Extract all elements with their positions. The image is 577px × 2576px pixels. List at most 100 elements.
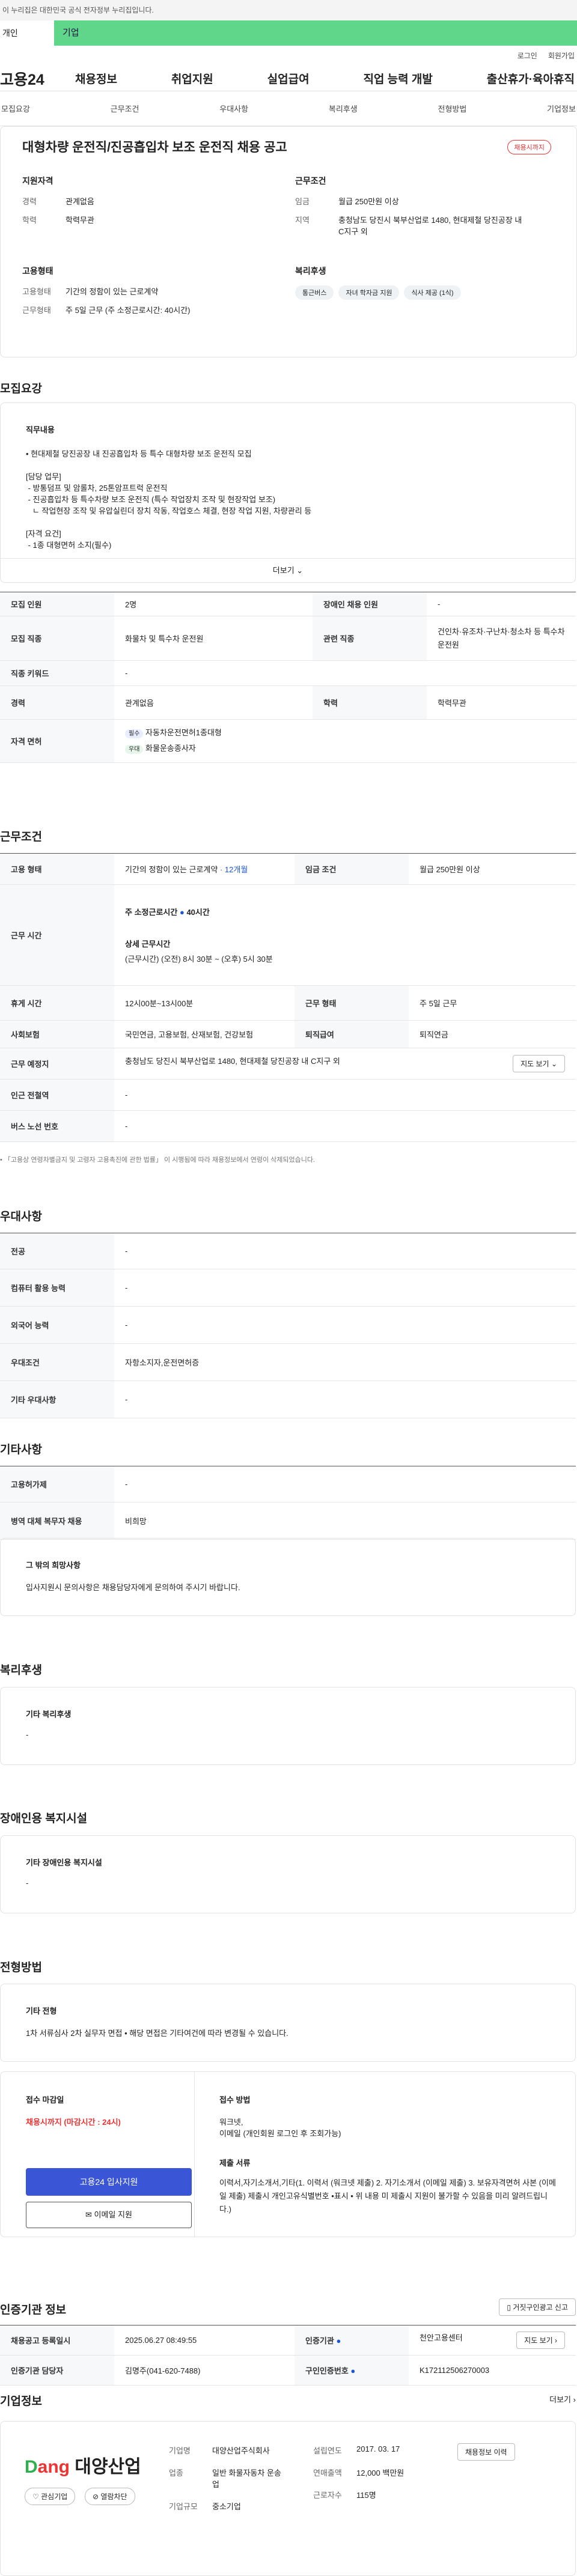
- condition-block: 근무조건 임금 월급 250만원 이상 지역 충청남도 당진시 북부산업로 1480…: [295, 175, 524, 244]
- welfare-section-title: 복리후생: [0, 1664, 42, 1677]
- cell-value: 2명: [114, 592, 313, 616]
- box-text: -: [26, 1730, 29, 1739]
- disabled-box: 기타 장애인용 복지시설 -: [0, 1835, 576, 1913]
- table-row: 휴게 시간 12시00분~13시00분 근무 형태 주 5일 근무: [0, 985, 576, 1021]
- qual-label: 학력: [22, 216, 37, 225]
- table-row: 우대조건 자항소지자,운전면허증: [0, 1343, 576, 1381]
- cell-value: 월급 250만원 이상: [409, 853, 576, 885]
- recruit-section-title: 모집요강: [0, 383, 42, 395]
- tab-personal[interactable]: 개인: [0, 20, 54, 46]
- table-row: 자격 면허 필수 자동차운전면허1종대형 우대 화물운송종사자: [0, 719, 576, 763]
- cell-value: 관계없음: [114, 685, 313, 720]
- disabled-section-title: 장애인용 복지시설: [0, 1812, 88, 1825]
- signup-link[interactable]: 회원가입: [548, 46, 575, 66]
- logo-mark-icon: ang: [37, 2457, 70, 2477]
- info-icon[interactable]: ●: [180, 908, 185, 917]
- tab-company[interactable]: 기업정보: [546, 103, 577, 114]
- gnb-item-leave[interactable]: 출산휴가·육아휴직: [487, 70, 575, 87]
- info-icon[interactable]: ●: [350, 2366, 355, 2375]
- gnb-item-benefit[interactable]: 실업급여: [267, 70, 310, 87]
- tab-prefer[interactable]: 우대사항: [218, 103, 249, 114]
- company-more-link[interactable]: 더보기 ›: [549, 2393, 576, 2405]
- cell-value: -: [114, 1233, 576, 1269]
- cell-value: 주 5일 근무: [409, 985, 576, 1021]
- job-title: 대형차량 운전직/진공흡입차 보조 운전직 채용 공고: [22, 141, 287, 154]
- cell-label: 외국어 능력: [0, 1306, 114, 1344]
- prefer-section-title: 우대사항: [0, 1211, 42, 1223]
- login-link[interactable]: 로그인: [517, 46, 537, 66]
- cell-value: -: [114, 1466, 576, 1502]
- tab-recruit[interactable]: 모집요강: [0, 103, 31, 114]
- info-value: 115명: [356, 2491, 376, 2500]
- condition-title: 근무조건: [295, 176, 326, 186]
- cell-label: 사회보험: [0, 1020, 114, 1048]
- gnb-item-support[interactable]: 취업지원: [171, 70, 213, 87]
- global-nav: 고용24 채용정보 취업지원 실업급여 직업 능력 개발 출산휴가·육아휴직: [0, 66, 577, 91]
- map-button[interactable]: 지도 보기 ›: [516, 2331, 565, 2349]
- cell-label: 채용공고 등록일시: [0, 2325, 114, 2356]
- welfare-chip: 식사 제공 (1식): [404, 285, 461, 300]
- table-row: 근무 예정지 충청남도 당진시 북부산업로 1480, 현대제철 당진공장 내 …: [0, 1048, 576, 1080]
- top-notice: 이 누리집은 대한민국 공식 전자정부 누리집입니다.: [0, 0, 577, 20]
- box-title: 기타 복리후생: [26, 1710, 72, 1719]
- cell-label: 자격 면허: [0, 719, 114, 763]
- info-label: 근로자수: [313, 2491, 342, 2500]
- chevron-right-icon: ›: [573, 2395, 576, 2404]
- cell-value: K172112506270003: [409, 2355, 576, 2386]
- cell-label: 모집 직종: [0, 616, 114, 661]
- tab-conditions[interactable]: 근무조건: [109, 103, 141, 114]
- more-button[interactable]: 더보기 ⌄: [1, 558, 575, 582]
- duty-line: [26, 460, 550, 471]
- tab-selection[interactable]: 전형방법: [437, 103, 468, 114]
- divider: [194, 2072, 195, 2238]
- cell-value: -: [114, 1110, 576, 1142]
- info-icon[interactable]: ●: [336, 2336, 341, 2345]
- table-row: 경력 관계없음 학력 학력무관: [0, 685, 576, 720]
- recruit-table: 모집 인원 2명 장애인 채용 인원 - 모집 직종 화물차 및 특수차 운전원…: [0, 592, 576, 763]
- cond-value: 충청남도 당진시 북부산업로 1480, 현대제철 당진공장 내 C지구 외: [338, 216, 522, 236]
- gnb-item-training[interactable]: 직업 능력 개발: [363, 70, 432, 87]
- block-button[interactable]: ⊘ 열람차단: [85, 2488, 135, 2505]
- info-label: 기업명: [169, 2446, 191, 2455]
- table-row: 직종 키워드 -: [0, 660, 576, 686]
- cell-label: 근무 시간: [0, 884, 114, 986]
- cell-label: 버스 노선 번호: [0, 1110, 114, 1142]
- table-row: 모집 인원 2명 장애인 채용 인원 -: [0, 592, 576, 616]
- duty-line: - 진공흡입차 등 특수차량 보조 운전직 (특수 작업장치 조작 및 현장작업…: [26, 495, 276, 504]
- map-button[interactable]: 지도 보기 ⌄: [513, 1055, 565, 1072]
- gnb-item-jobs[interactable]: 채용정보: [75, 70, 117, 87]
- docs-text: 이력서,자기소개서,기타(1. 이력서 (워크넷 제출) 2. 자기소개서 (이…: [219, 2178, 556, 2214]
- cond-label: 지역: [295, 216, 310, 225]
- table-row: 고용 형태 기간의 정함이 있는 근로계약 · 12개월 임금 조건 월급 25…: [0, 853, 576, 885]
- cert-table: 채용공고 등록일시 2025.06.27 08:49:55 인증기관 ● 천안고…: [0, 2325, 576, 2386]
- tab-welfare[interactable]: 복리후생: [328, 103, 359, 114]
- site-logo[interactable]: 고용24: [0, 68, 75, 90]
- history-button[interactable]: 채용정보 이력: [457, 2443, 515, 2461]
- report-button[interactable]: ▯ 거짓구인광고 신고: [499, 2298, 576, 2316]
- cell-label: 전공: [0, 1233, 114, 1269]
- license-name: 화물운송종사자: [145, 743, 196, 753]
- duty-line: [26, 517, 550, 528]
- info-value: 중소기업: [212, 2502, 241, 2511]
- cell-value: 기간의 정함이 있는 근로계약 · 12개월: [114, 853, 295, 885]
- table-row: 기타 우대사항 -: [0, 1381, 576, 1418]
- chevron-down-icon: ⌄: [551, 1060, 557, 1068]
- favorite-button[interactable]: ♡ 관심기업: [25, 2488, 76, 2505]
- type-value: 주 5일 근무 (주 소정근로시간: 40시간): [66, 306, 191, 315]
- age-footnote: • 「고용상 연령차별금지 및 고령자 고용촉진에 관한 법률」 이 시행됨에 …: [0, 1156, 316, 1164]
- cell-label: 우대조건: [0, 1343, 114, 1381]
- tab-business[interactable]: 기업: [54, 20, 577, 46]
- cond-value: 월급 250만원 이상: [338, 197, 399, 206]
- box-text: 입사지원시 문의사항은 채용담당자에게 문의하여 주시기 바랍니다.: [26, 1583, 240, 1592]
- apply-button[interactable]: 고용24 입사지원: [26, 2168, 192, 2196]
- email-apply-button[interactable]: ✉ 이메일 지원: [26, 2202, 192, 2228]
- box-title: 기타 전형: [26, 2006, 57, 2016]
- cell-value: -: [114, 660, 576, 686]
- qualification-title: 지원자격: [22, 176, 53, 186]
- duty-line: • 현대제철 당진공장 내 진공흡입차 등 특수 대형차량 보조 운전직 모집: [26, 449, 252, 458]
- cell-label: 기타 우대사항: [0, 1381, 114, 1418]
- mail-icon: ✉: [85, 2210, 92, 2219]
- type-label: 고용형태: [22, 287, 51, 296]
- select-box: 기타 전형 1차 서류심사 2차 실무자 면접 • 해당 면접은 기타여건에 따…: [0, 1984, 576, 2062]
- duty-title: 직무내용: [26, 425, 55, 434]
